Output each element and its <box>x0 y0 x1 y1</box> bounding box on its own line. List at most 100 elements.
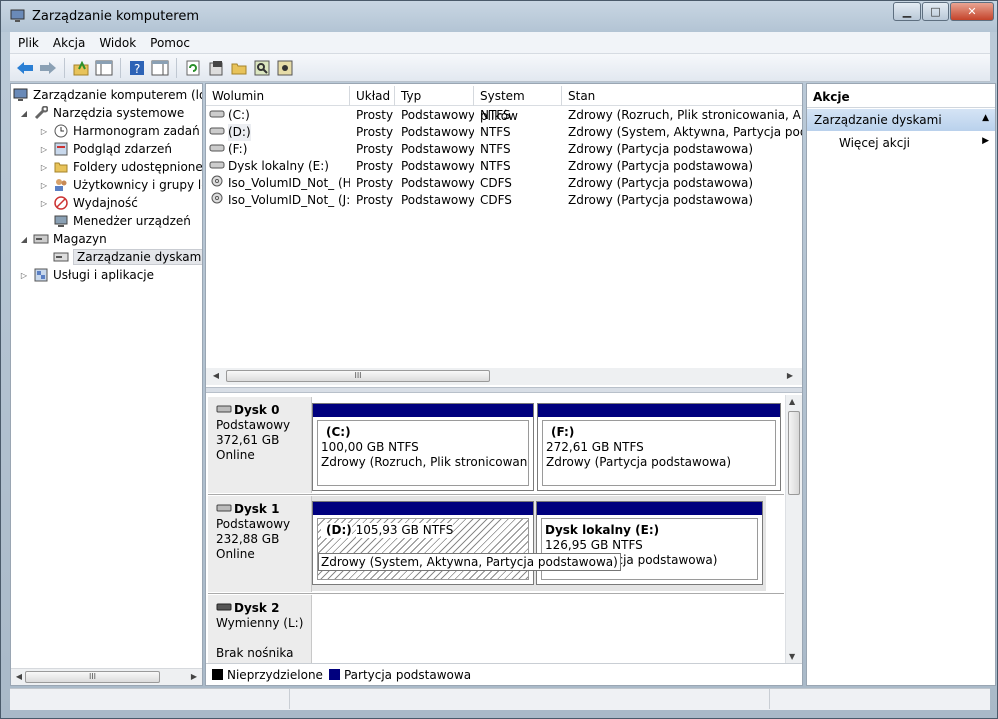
storage-icon <box>33 231 49 247</box>
tree-item-disk-management[interactable]: Zarządzanie dyskami <box>39 248 202 266</box>
partition-e[interactable]: Dysk lokalny (E:) 126,95 GB NTFS (Partyc… <box>536 501 763 585</box>
status-bar <box>10 688 990 710</box>
column-header-layout[interactable]: Układ <box>350 86 395 106</box>
table-row[interactable]: (D:) Prosty Podstawowy NTFS Zdrowy (Syst… <box>206 124 802 141</box>
settings-icon[interactable] <box>275 58 295 78</box>
table-row[interactable]: Dysk lokalny (E:) Prosty Podstawowy NTFS… <box>206 158 802 175</box>
show-hide-tree-icon[interactable] <box>94 58 114 78</box>
tree-item-label: Narzędzia systemowe <box>53 106 185 120</box>
column-header-status[interactable]: Stan <box>562 86 802 106</box>
tree-item-device-manager[interactable]: Menedżer urządzeń <box>39 212 191 230</box>
open-icon[interactable] <box>229 58 249 78</box>
status-cell: Zdrowy (Partycja podstawowa) <box>568 176 754 190</box>
tree-horizontal-scrollbar[interactable]: ◀ III ▶ <box>11 668 202 685</box>
type-cell: Podstawowy <box>401 193 474 207</box>
disk-management-icon <box>53 249 69 265</box>
volume-list-horizontal-scrollbar[interactable]: ◀ III ▶ <box>206 368 802 385</box>
close-button[interactable]: ✕ <box>950 2 994 21</box>
disk-map-vertical-scrollbar[interactable]: ▲ ▼ <box>785 395 802 663</box>
window: Zarządzanie komputerem ▁ □ ✕ Plik Akcja … <box>0 0 998 719</box>
column-header-volume[interactable]: Wolumin <box>206 86 350 106</box>
forward-icon[interactable] <box>38 58 58 78</box>
expand-arrow-icon[interactable]: ▷ <box>19 271 29 280</box>
column-header-filesystem[interactable]: System plików <box>474 86 562 123</box>
collapse-arrow-icon[interactable]: ◢ <box>19 235 29 244</box>
menu-pomoc[interactable]: Pomoc <box>144 36 196 50</box>
column-header-type[interactable]: Typ <box>395 86 474 106</box>
expand-arrow-icon[interactable]: ▷ <box>39 199 49 208</box>
scroll-up-icon[interactable]: ▲ <box>789 397 795 406</box>
scroll-down-icon[interactable]: ▼ <box>789 652 795 661</box>
disk-0-info[interactable]: Dysk 0 Podstawowy 372,61 GB Online <box>208 397 312 493</box>
scroll-left-icon[interactable]: ◀ <box>210 370 222 382</box>
partition-label: (D:) <box>321 523 352 538</box>
tree-item-shared-folders[interactable]: ▷ Foldery udostępnione <box>39 158 202 176</box>
disk-2-info[interactable]: Dysk 2 Wymienny (L:) Brak nośnika <box>208 595 312 663</box>
menu-plik[interactable]: Plik <box>12 36 45 50</box>
tree-item-services-apps[interactable]: ▷ Usługi i aplikacje <box>19 266 154 284</box>
help-icon[interactable]: ? <box>127 58 147 78</box>
disk-media-state: Brak nośnika <box>216 646 294 660</box>
filesystem-cell: NTFS <box>480 108 511 122</box>
table-row[interactable]: (F:) Prosty Podstawowy NTFS Zdrowy (Part… <box>206 141 802 158</box>
tree-item-users-groups[interactable]: ▷ Użytkownicy i grupy lok <box>39 176 202 194</box>
disk-1-info[interactable]: Dysk 1 Podstawowy 232,88 GB Online <box>208 496 312 592</box>
table-row[interactable]: Iso_VolumID_Not_ (H:) Prosty Podstawowy … <box>206 175 802 192</box>
volume-cell: Iso_VolumID_Not_ (J:) <box>206 192 350 209</box>
filesystem-cell: NTFS <box>480 159 511 173</box>
svg-text:?: ? <box>134 62 140 76</box>
back-icon[interactable] <box>15 58 35 78</box>
filesystem-cell: CDFS <box>480 193 512 207</box>
scroll-thumb[interactable] <box>788 411 800 495</box>
tools-icon <box>33 105 49 121</box>
tree-item-label: Harmonogram zadań <box>73 124 200 138</box>
menu-widok[interactable]: Widok <box>93 36 142 50</box>
table-row[interactable]: (C:) Prosty Podstawowy NTFS Zdrowy (Rozr… <box>206 107 802 124</box>
scroll-thumb[interactable]: III <box>25 671 160 683</box>
tree-item-label: Zarządzanie dyskami <box>73 249 202 265</box>
tree-item-root[interactable]: Zarządzanie komputerem (loka <box>13 86 202 104</box>
minimize-icon: ▁ <box>902 5 912 18</box>
tree-item-system-tools[interactable]: ◢ Narzędzia systemowe <box>19 104 184 122</box>
tree-item-event-viewer[interactable]: ▷ Podgląd zdarzeń <box>39 140 172 158</box>
collapse-up-icon[interactable]: ▲ <box>982 113 989 123</box>
actions-section-disk-management[interactable]: Zarządzanie dyskami ▲ <box>807 109 995 131</box>
disk-size: 232,88 GB <box>216 532 280 546</box>
partition-d[interactable]: (D:) 105,93 GB NTFS <box>312 501 534 585</box>
toolbar: ? <box>10 54 990 82</box>
status-cell: Zdrowy (Partycja podstawowa) <box>568 193 754 207</box>
partition-f[interactable]: (F:) 272,61 GB NTFS Zdrowy (Partycja pod… <box>537 403 781 491</box>
collapse-arrow-icon[interactable]: ◢ <box>19 109 29 118</box>
volume-name: Iso_VolumID_Not_ (H:) <box>228 176 350 190</box>
expand-arrow-icon[interactable]: ▷ <box>39 181 49 190</box>
pane-splitter[interactable] <box>206 387 802 393</box>
table-row[interactable]: Iso_VolumID_Not_ (J:) Prosty Podstawowy … <box>206 192 802 209</box>
expand-arrow-icon[interactable]: ▷ <box>39 163 49 172</box>
scroll-right-icon[interactable]: ▶ <box>188 671 200 683</box>
partition-bar <box>538 404 780 417</box>
maximize-button[interactable]: □ <box>922 2 949 21</box>
tree-item-task-scheduler[interactable]: ▷ Harmonogram zadań <box>39 122 200 140</box>
window-title: Zarządzanie komputerem <box>32 9 200 24</box>
menu-akcja[interactable]: Akcja <box>47 36 91 50</box>
more-actions-item[interactable]: Więcej akcji ▶ <box>839 136 989 154</box>
volume-cell: (F:) <box>206 141 350 158</box>
properties-icon[interactable] <box>206 58 226 78</box>
actions-pane: Akcje Zarządzanie dyskami ▲ Więcej akcji… <box>806 83 996 686</box>
show-hide-action-icon[interactable] <box>150 58 170 78</box>
partition-c[interactable]: (C:) 100,00 GB NTFS Zdrowy (Rozruch, Pli… <box>312 403 534 491</box>
scroll-left-icon[interactable]: ◀ <box>13 671 25 683</box>
tree-item-storage[interactable]: ◢ Magazyn <box>19 230 107 248</box>
computer-management-icon <box>13 87 29 103</box>
scroll-right-icon[interactable]: ▶ <box>784 370 796 382</box>
expand-arrow-icon[interactable]: ▷ <box>39 145 49 154</box>
refresh-icon[interactable] <box>183 58 203 78</box>
expand-arrow-icon[interactable]: ▷ <box>39 127 49 136</box>
removable-disk-icon <box>216 601 232 616</box>
tree-item-performance[interactable]: ▷ Wydajność <box>39 194 138 212</box>
minimize-button[interactable]: ▁ <box>893 2 921 21</box>
search-icon[interactable] <box>252 58 272 78</box>
up-folder-icon[interactable] <box>71 58 91 78</box>
scroll-thumb[interactable]: III <box>226 370 490 382</box>
partition-size: 126,95 GB NTFS <box>545 538 643 552</box>
